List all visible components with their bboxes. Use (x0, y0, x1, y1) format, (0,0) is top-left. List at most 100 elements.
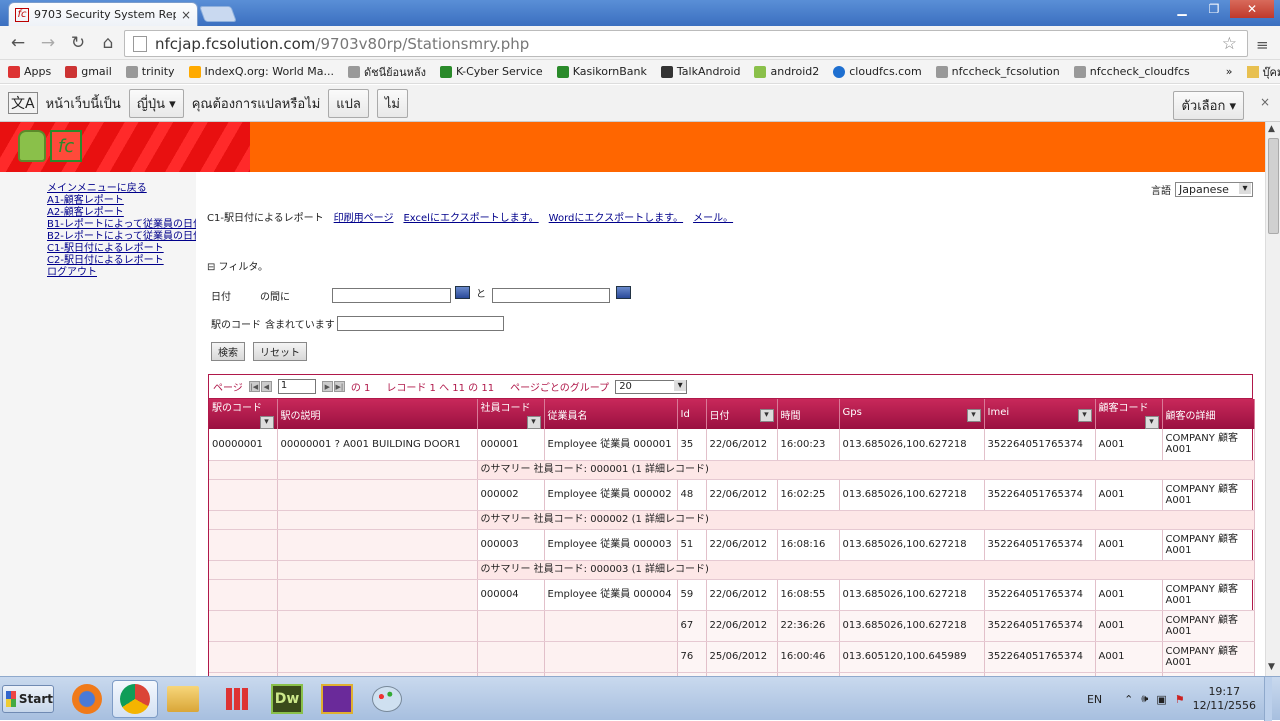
column-header[interactable]: 従業員名 (544, 399, 678, 429)
bookmark-item[interactable]: android2 (754, 65, 819, 78)
sidebar-link[interactable]: メインメニューに戻る (47, 183, 196, 195)
bookmark-item[interactable]: nfccheck_fcsolution (935, 65, 1060, 78)
next-page-icon[interactable]: ▶ (321, 381, 333, 392)
export-word-link[interactable]: Wordにエクスポートします。 (549, 209, 683, 224)
sidebar-link[interactable]: C2-駅日付によるレポート (47, 255, 196, 267)
table-row: 000004 Employee 従業員 000004 59 22/06/2012 16:… (209, 579, 1255, 611)
column-filter-icon[interactable]: ▾ (1144, 416, 1159, 429)
prev-page-icon[interactable]: ◀ (260, 381, 272, 392)
chrome-icon[interactable] (112, 680, 158, 718)
sidebar-link[interactable]: A1-顧客レポート (47, 195, 196, 207)
bookmark-item[interactable]: KasikornBank (556, 65, 647, 78)
language-select[interactable]: Japanese (1175, 182, 1253, 197)
column-header[interactable]: 顧客コード ▾ (1095, 399, 1163, 429)
bookmark-item[interactable]: IndexQ.org: World Ma... (188, 65, 334, 78)
apps-icon[interactable] (214, 680, 260, 718)
other-bookmarks-folder[interactable]: บุ๊คมาร์คอื่นๆ (1246, 63, 1280, 81)
reload-icon[interactable]: ↻ (68, 33, 88, 53)
translate-close-icon[interactable]: × (1260, 95, 1270, 109)
bookmark-item[interactable]: Apps (8, 65, 51, 78)
date-to-input[interactable] (492, 288, 610, 303)
sidebar-link[interactable]: C1-駅日付によるレポート (47, 243, 196, 255)
first-page-icon[interactable]: |◀ (248, 381, 260, 392)
column-filter-icon[interactable]: ▾ (966, 408, 981, 422)
paint-icon[interactable] (364, 680, 410, 718)
column-header[interactable]: 時間 (777, 399, 840, 429)
calendar-icon[interactable] (616, 286, 631, 299)
column-header[interactable]: 駅のコード ▾ (209, 399, 278, 429)
bookmarks-overflow-icon[interactable]: » (1226, 65, 1233, 78)
page-scrollbar[interactable]: ▲ ▼ (1265, 122, 1280, 676)
show-desktop-button[interactable] (1264, 677, 1272, 721)
column-header[interactable]: 駅の説明 (277, 399, 478, 429)
bookmark-item[interactable]: trinity (125, 65, 175, 78)
date-label: 日付 (211, 292, 231, 303)
back-icon[interactable]: ← (8, 33, 28, 53)
page-size-select[interactable]: 20 (615, 379, 688, 394)
sidebar-link[interactable]: B2-レポートによって従業員の日付 (47, 231, 203, 243)
new-tab-button[interactable] (199, 6, 237, 22)
column-header[interactable]: Imei ▾ (984, 399, 1096, 429)
start-button[interactable]: Start (2, 685, 54, 713)
language-indicator[interactable]: EN (1087, 693, 1102, 706)
page-icon (347, 65, 360, 78)
email-link[interactable]: メール。 (693, 209, 733, 224)
bookmark-item[interactable]: cloudfcs.com (833, 65, 922, 78)
last-page-icon[interactable]: ▶| (333, 381, 345, 392)
explorer-icon[interactable] (160, 680, 206, 718)
column-filter-icon[interactable]: ▾ (259, 416, 274, 429)
tab-close-icon[interactable]: × (181, 8, 191, 22)
home-icon[interactable]: ⌂ (98, 33, 118, 53)
sidebar-link[interactable]: A2-顧客レポート (47, 207, 196, 219)
dreamweaver-icon[interactable]: Dw (264, 680, 310, 718)
action-center-icon[interactable]: ⚑ (1175, 693, 1185, 706)
minimize-button[interactable]: ▁ (1166, 0, 1198, 18)
calendar-icon[interactable] (455, 286, 470, 299)
bookmark-item[interactable]: TalkAndroid (660, 65, 740, 78)
translate-button[interactable]: แปล (328, 88, 369, 118)
browser-tab[interactable]: fc 9703 Security System Repor × (8, 2, 198, 26)
sidebar-link[interactable]: ログアウト (47, 267, 196, 279)
bookmark-item[interactable]: ดัชนีย้อนหลัง (347, 63, 426, 81)
language-select[interactable]: ญี่ปุ่น ▾ (128, 88, 184, 118)
address-bar[interactable]: nfcjap.fcsolution.com/9703v80rp/Stations… (124, 30, 1248, 57)
firefox-icon[interactable] (64, 680, 110, 718)
filter-toggle[interactable]: ⊟ フィルタ。 (207, 258, 268, 273)
column-filter-icon[interactable]: ▾ (759, 408, 774, 422)
station-code-input[interactable] (337, 316, 504, 331)
column-header[interactable]: 社員コード ▾ (477, 399, 545, 429)
bookmark-item[interactable]: K-Cyber Service (440, 65, 543, 78)
search-button[interactable]: 検索 (211, 342, 245, 361)
maximize-button[interactable]: ❐ (1198, 0, 1230, 18)
table-cell: 22/06/2012 (706, 479, 778, 511)
scroll-down-icon[interactable]: ▼ (1268, 662, 1275, 672)
menu-icon[interactable]: ≡ (1256, 36, 1269, 54)
column-header[interactable]: Id (677, 399, 707, 429)
scroll-up-icon[interactable]: ▲ (1268, 124, 1275, 134)
column-header[interactable]: Gps ▾ (839, 399, 985, 429)
table-cell: 352264051765374 (984, 610, 1096, 642)
scrollbar-thumb[interactable] (1268, 138, 1279, 234)
column-filter-icon[interactable]: ▾ (1077, 408, 1092, 422)
forward-icon[interactable]: → (38, 33, 58, 53)
bookmark-item[interactable]: gmail (65, 65, 112, 78)
date-from-input[interactable] (332, 288, 451, 303)
volume-icon[interactable]: 🕪 (1141, 692, 1148, 706)
no-translate-button[interactable]: ไม่ (376, 88, 408, 118)
column-filter-icon[interactable]: ▾ (526, 416, 541, 429)
network-icon[interactable]: ▣ (1156, 693, 1166, 706)
bookmark-star-icon[interactable]: ☆ (1222, 34, 1237, 54)
print-link[interactable]: 印刷用ページ (334, 209, 394, 224)
page-number-input[interactable]: 1 (277, 379, 316, 394)
translate-options-button[interactable]: ตัวเลือก ▾ (1173, 91, 1244, 120)
bookmark-item[interactable]: nfccheck_cloudfcs (1073, 65, 1190, 78)
tray-expand-icon[interactable]: ⌃ (1124, 693, 1133, 706)
column-header[interactable]: 日付 ▾ (706, 399, 778, 429)
column-header[interactable]: 顧客の詳細 (1162, 399, 1255, 429)
sidebar-link[interactable]: B1-レポートによって従業員の日付 (47, 219, 203, 231)
visualstudio-icon[interactable] (314, 680, 360, 718)
clock[interactable]: 19:17 12/11/2556 (1193, 685, 1256, 713)
close-window-button[interactable]: ✕ (1230, 0, 1274, 18)
export-excel-link[interactable]: Excelにエクスポートします。 (403, 209, 538, 224)
reset-button[interactable]: リセット (253, 342, 307, 361)
